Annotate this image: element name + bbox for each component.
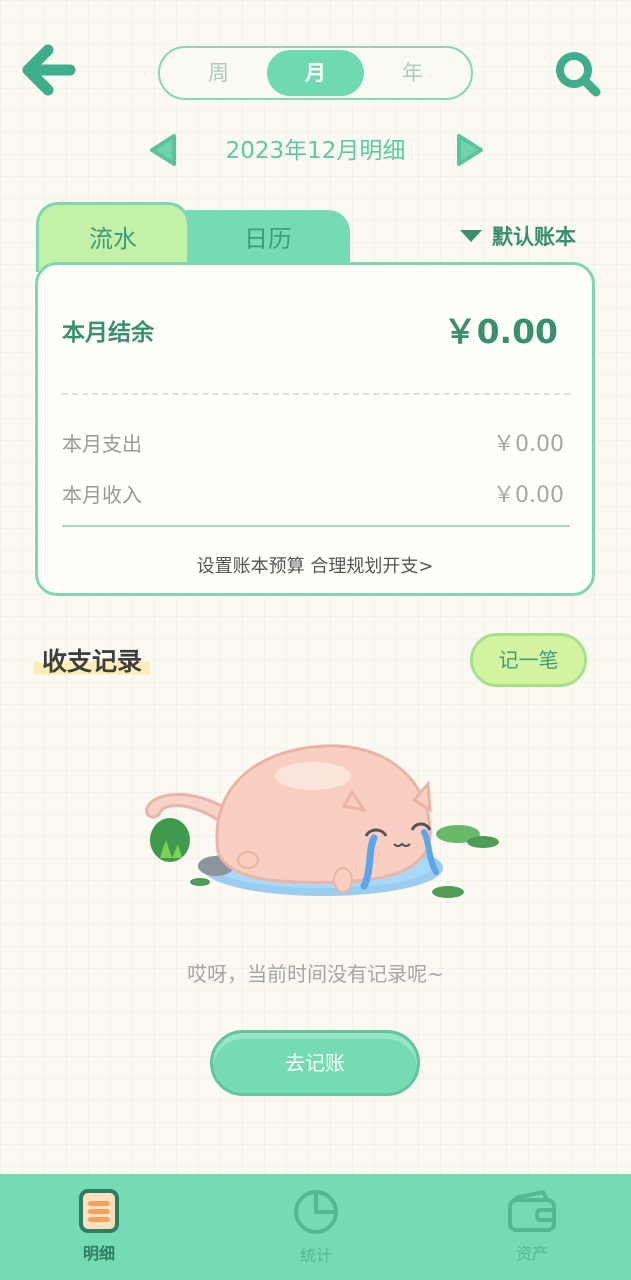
expense-label: 本月支出	[62, 432, 142, 456]
income-label: 本月收入	[62, 483, 142, 507]
nav-detail[interactable]: 明细	[39, 1184, 159, 1274]
period-year[interactable]: 年	[364, 50, 461, 96]
search-icon[interactable]	[552, 48, 604, 100]
summary-card: 本月结余 ￥0.00 本月支出 ￥0.00 本月收入 ￥0.00 设置账本预算 …	[35, 262, 595, 596]
period-week[interactable]: 周	[170, 50, 267, 96]
list-icon	[79, 1189, 119, 1233]
bottom-nav: 明细 统计 资产	[0, 1174, 631, 1280]
next-month-icon[interactable]	[455, 132, 485, 168]
pie-chart-icon	[294, 1190, 338, 1234]
empty-state-text: 哎呀，当前时间没有记录呢~	[187, 962, 444, 986]
go-record-button[interactable]: 去记账	[210, 1030, 420, 1096]
income-value: ￥0.00	[493, 483, 564, 508]
balance-value: ￥0.00	[443, 312, 558, 351]
nav-assets-label: 资产	[515, 1244, 548, 1263]
back-arrow-icon[interactable]	[22, 44, 78, 96]
period-toggle: 周 月 年	[158, 46, 473, 100]
divider	[62, 393, 570, 395]
balance-label: 本月结余	[62, 320, 154, 346]
crying-cat-illustration	[138, 740, 510, 910]
period-month[interactable]: 月	[267, 50, 364, 96]
nav-assets[interactable]: 资产	[472, 1184, 592, 1274]
expense-value: ￥0.00	[493, 432, 564, 457]
add-record-button[interactable]: 记一笔	[470, 633, 587, 687]
wallet-icon	[508, 1190, 556, 1232]
nav-stats-label: 统计	[299, 1246, 332, 1265]
dropdown-triangle-icon	[460, 230, 482, 242]
nav-stats[interactable]: 统计	[256, 1184, 376, 1274]
ledger-label: 默认账本	[492, 225, 576, 249]
prev-month-icon[interactable]	[148, 132, 178, 168]
divider	[62, 525, 570, 527]
nav-detail-label: 明细	[82, 1244, 115, 1263]
budget-link[interactable]: 设置账本预算 合理规划开支>	[38, 552, 592, 578]
date-label: 2023年12月明细	[225, 138, 406, 164]
records-title: 收支记录	[34, 642, 151, 678]
ledger-select[interactable]: 默认账本	[460, 220, 576, 252]
